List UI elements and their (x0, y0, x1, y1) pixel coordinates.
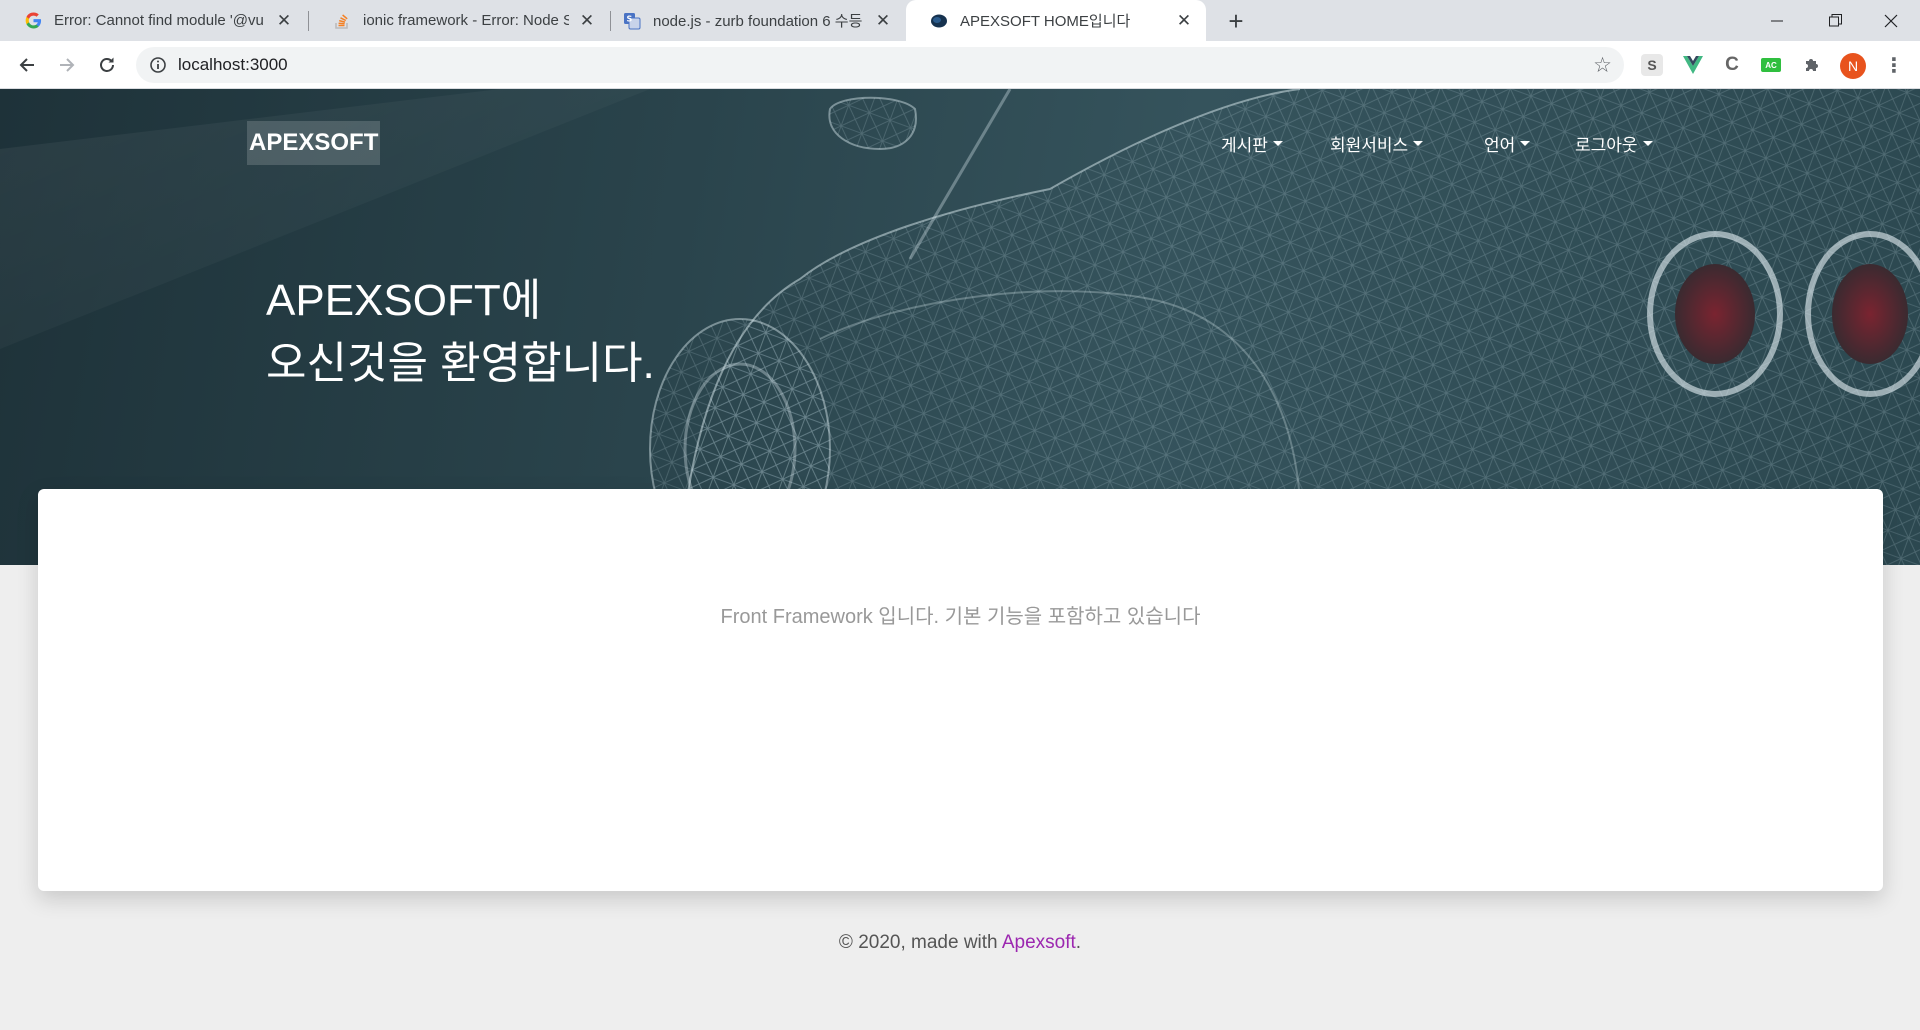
footer-link[interactable]: Apexsoft (1002, 932, 1076, 953)
card-description: Front Framework 입니다. 기본 기능을 포함하고 있습니다 (720, 606, 1201, 628)
headline-line-1: APEXSOFT에 (266, 276, 542, 325)
info-icon[interactable] (149, 56, 167, 74)
nav-label: 게시판 (1221, 135, 1268, 155)
bookmark-star-icon[interactable]: ☆ (1593, 53, 1612, 78)
minimize-button[interactable] (1748, 0, 1806, 41)
caret-down-icon (1642, 140, 1653, 146)
stackoverflow-icon (333, 12, 351, 30)
reload-button[interactable] (91, 49, 123, 81)
footer-copyright: © 2020, made with (838, 932, 1002, 953)
footer: © 2020, made with Apexsoft. (0, 932, 1920, 954)
caret-down-icon (1520, 140, 1531, 146)
site-logo[interactable]: APEXSOFT (247, 121, 381, 165)
browser-tab[interactable]: S node.js - zurb foundation 6 수등 ✕ (599, 0, 905, 41)
svg-text:S: S (627, 14, 633, 23)
tab-title: node.js - zurb foundation 6 수등 (653, 13, 863, 30)
restore-button[interactable] (1806, 0, 1864, 41)
nav-board[interactable]: 게시판 (1221, 129, 1283, 157)
nav-member-services[interactable]: 회원서비스 (1330, 129, 1424, 157)
extension-c-icon[interactable]: C (1721, 54, 1743, 76)
puzzle-icon[interactable] (1801, 54, 1823, 76)
tab-title: ionic framework - Error: Node S (363, 12, 569, 29)
tab-close-icon[interactable]: ✕ (274, 11, 294, 31)
nav-language[interactable]: 언어 (1484, 129, 1531, 157)
extension-s-icon[interactable]: S (1641, 54, 1663, 76)
profile-avatar[interactable]: N (1840, 53, 1866, 79)
reload-icon (100, 57, 114, 72)
main-card: Front Framework 입니다. 기본 기능을 포함하고 있습니다 (38, 489, 1883, 891)
nav-label: 언어 (1484, 135, 1516, 155)
nav-logout[interactable]: 로그아웃 (1575, 129, 1653, 157)
tab-close-icon[interactable]: ✕ (873, 11, 893, 31)
restore-icon (1828, 14, 1842, 27)
url-text[interactable]: localhost:3000 (178, 55, 288, 75)
headline-line-2: 오신것을 환영합니다. (266, 339, 655, 388)
back-button[interactable] (11, 49, 43, 81)
nav-label: 로그아웃 (1575, 135, 1638, 155)
forward-arrow-icon (60, 58, 75, 72)
new-tab-button[interactable]: + (1222, 6, 1250, 36)
back-arrow-icon (19, 58, 34, 72)
google-icon (24, 12, 42, 30)
vue-devtools-icon[interactable] (1682, 54, 1704, 76)
minimize-icon (1771, 20, 1783, 21)
browser-tab-strip: Error: Cannot find module '@vu ✕ ionic f… (0, 0, 1920, 41)
browser-tab-active[interactable]: APEXSOFT HOME입니다 ✕ (906, 0, 1206, 41)
browser-toolbar: localhost:3000 ☆ S C AC N ⋮ (0, 41, 1920, 89)
close-icon (1884, 14, 1898, 27)
chrome-menu-icon[interactable]: ⋮ (1883, 54, 1905, 77)
nav-label: 회원서비스 (1330, 135, 1409, 155)
hero-headline: APEXSOFT에 오신것을 환영합니다. (266, 269, 655, 395)
browser-tab[interactable]: Error: Cannot find module '@vu ✕ (0, 0, 306, 41)
footer-suffix: . (1075, 932, 1082, 953)
tab-close-icon[interactable]: ✕ (1174, 11, 1194, 31)
translate-icon: S (623, 12, 641, 30)
tab-title: APEXSOFT HOME입니다 (960, 13, 1131, 30)
extension-ac-icon[interactable]: AC (1761, 58, 1781, 72)
tab-close-icon[interactable]: ✕ (577, 11, 597, 31)
browser-tab[interactable]: ionic framework - Error: Node S ✕ (309, 0, 609, 41)
forward-button[interactable] (51, 49, 83, 81)
close-window-button[interactable] (1862, 0, 1920, 41)
tab-title: Error: Cannot find module '@vu (54, 12, 264, 29)
caret-down-icon (1272, 140, 1283, 146)
caret-down-icon (1413, 140, 1424, 146)
apexsoft-icon (930, 12, 948, 30)
address-bar[interactable]: localhost:3000 ☆ (136, 47, 1624, 83)
page-viewport: APEXSOFT 게시판 회원서비스 언어 로그아웃 APEXSOFT에 오신것… (0, 89, 1920, 1030)
